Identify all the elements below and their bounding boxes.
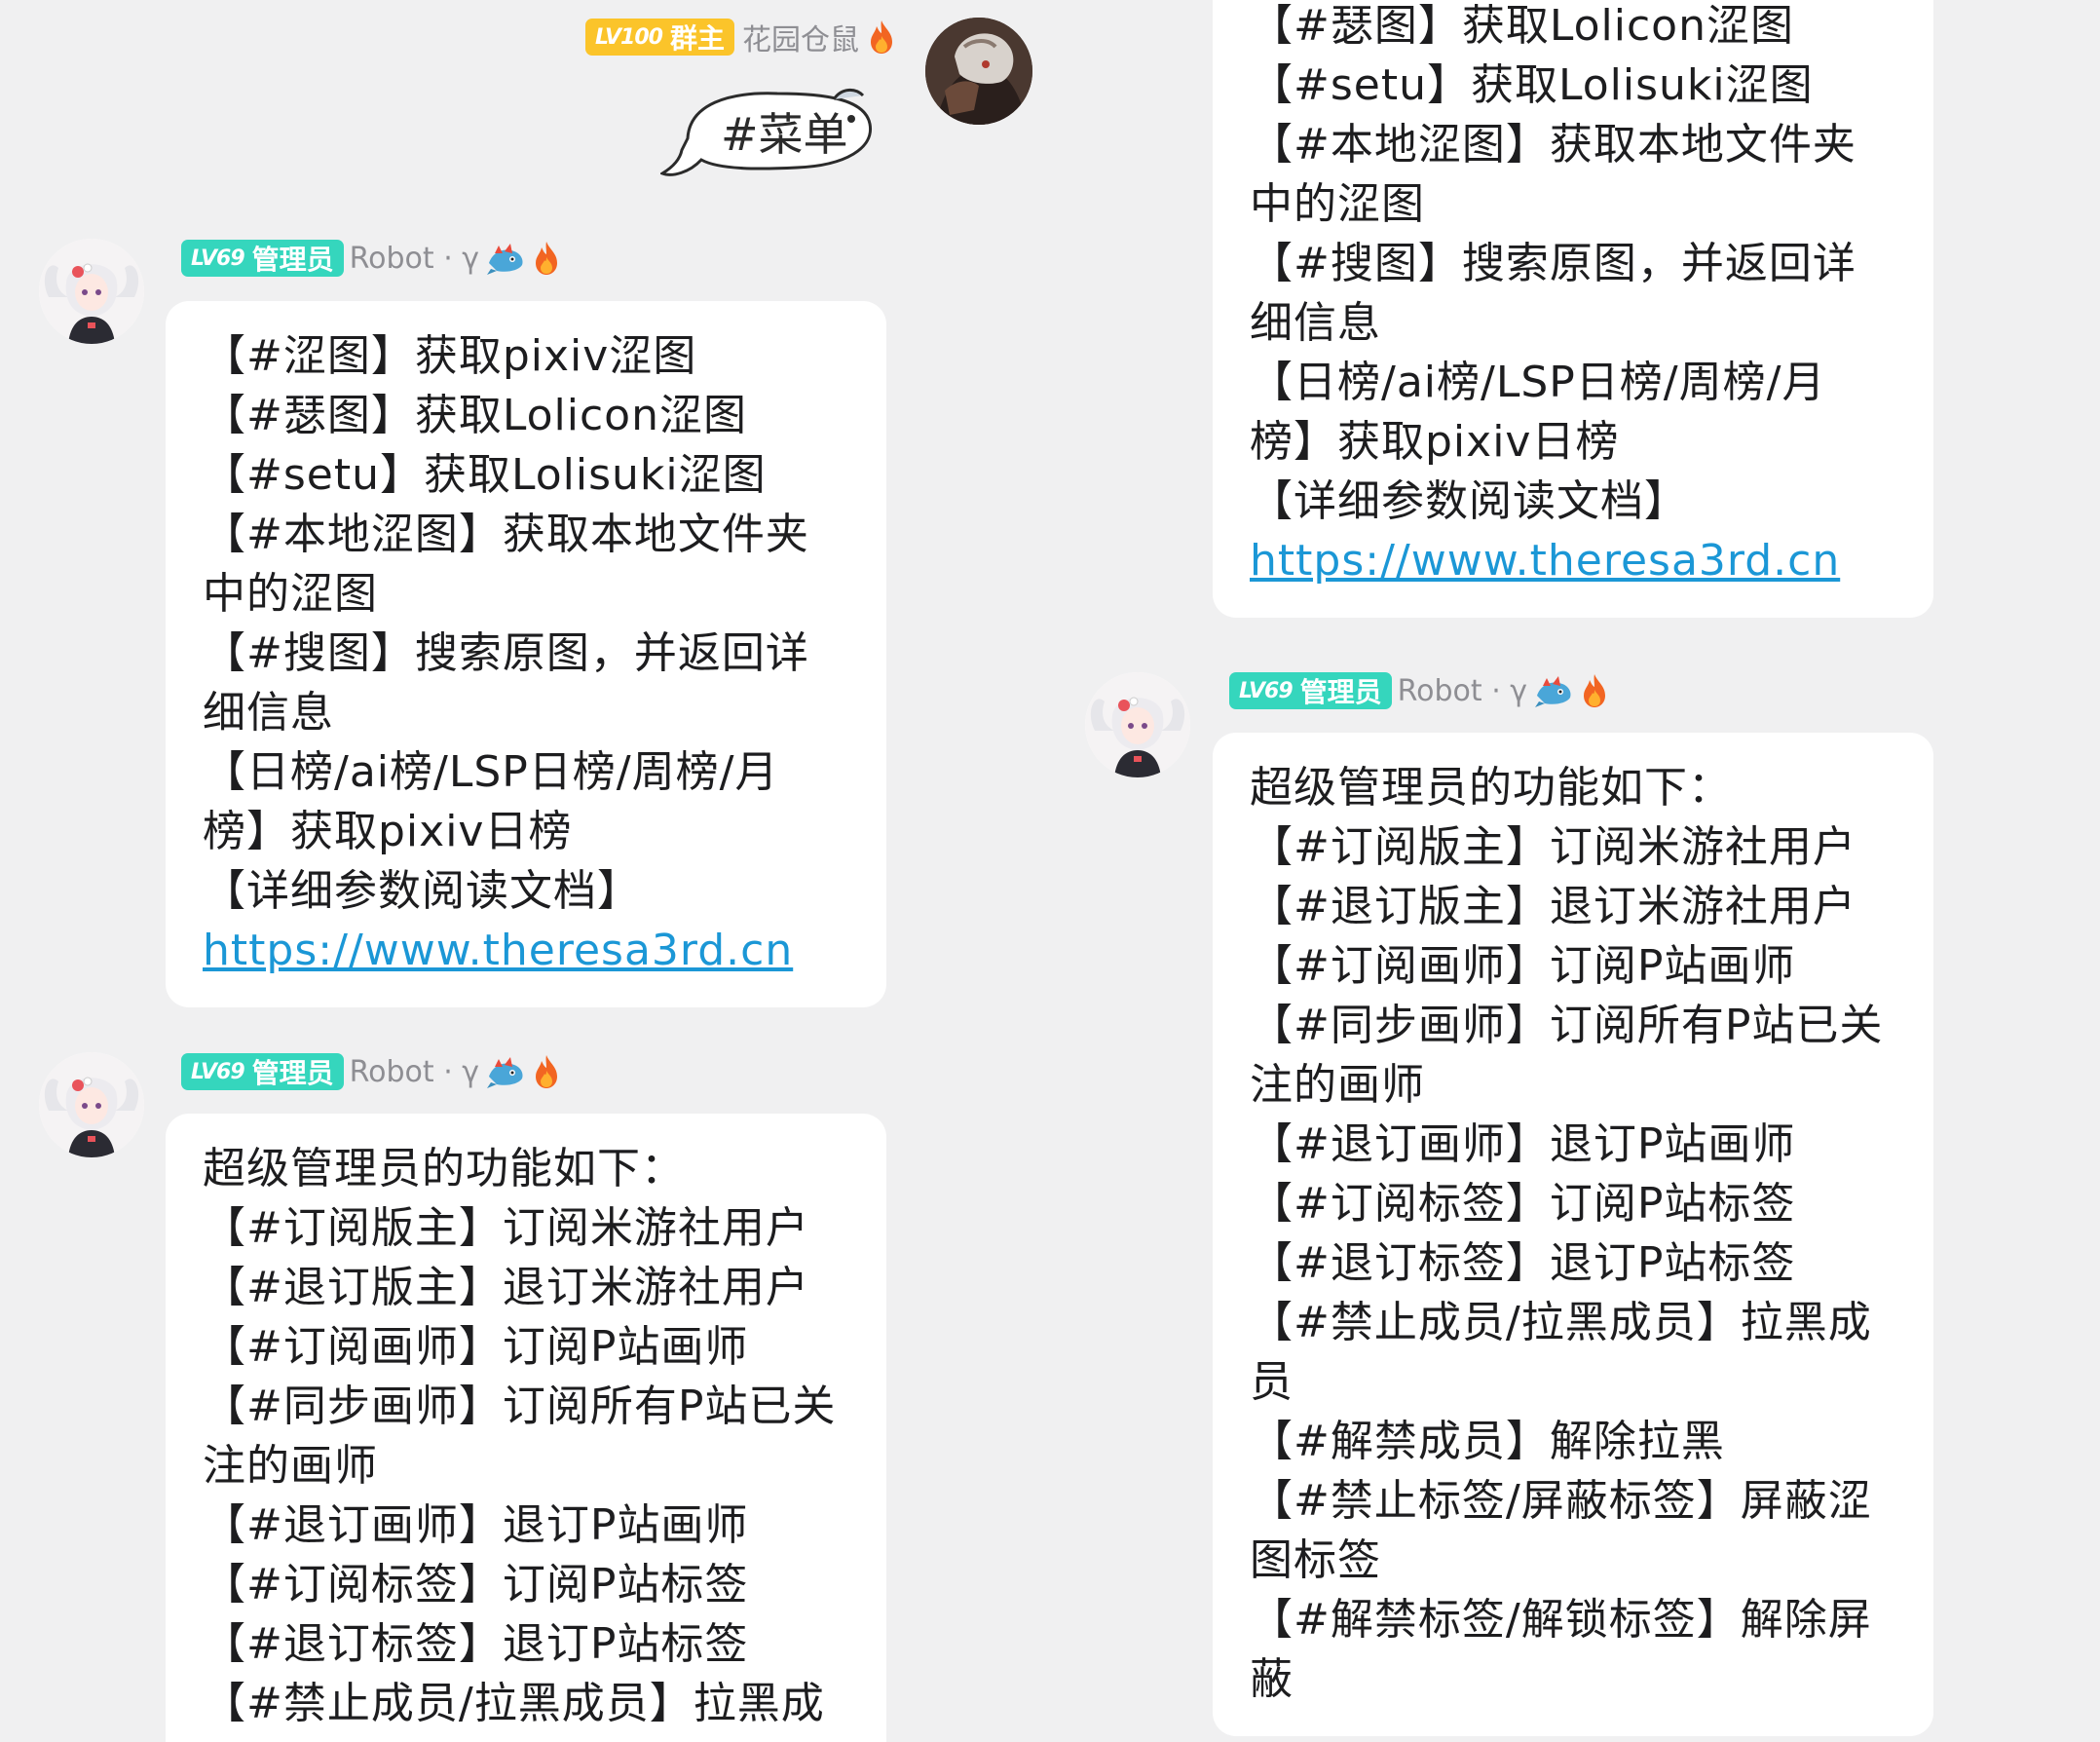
admin-message-bubble[interactable]: 超级管理员的功能如下： 【#订阅版主】订阅米游社用户 【#退订版主】退订米游社用… [166, 1114, 886, 1742]
message-line: 【#同步画师】订阅所有P站已关 [203, 1382, 837, 1431]
flame-icon [871, 20, 892, 54]
flame-icon [1584, 674, 1606, 707]
bot-name[interactable]: Robot · γ [1398, 674, 1527, 708]
message-line: 中的涩图 [1250, 179, 1425, 229]
bot-avatar[interactable] [39, 1052, 144, 1157]
robot-dragon-icon [487, 1057, 523, 1088]
message-line: 【#瑟图】获取Lolicon涩图 [203, 391, 747, 440]
admin-message-bubble-full[interactable]: 超级管理员的功能如下： 【#订阅版主】订阅米游社用户 【#退订版主】退订米游社用… [1213, 733, 1933, 1736]
message-line: 【#解禁标签/解锁标签】解除屏 [1250, 1595, 1872, 1645]
message-line: 【日榜/ai榜/LSP日榜/周榜/月 [203, 747, 779, 797]
message-line: 员 [1250, 1357, 1294, 1407]
admin-level-badge: LV69 管理员 [181, 240, 344, 277]
message-line: 【详细参数阅读文档】 [1250, 476, 1688, 526]
badge-level-text: LV69 [191, 1059, 245, 1084]
avatar-image [39, 1052, 144, 1157]
avatar-image [1085, 672, 1190, 777]
chat-column-right: 【#瑟图】获取Lolicon涩图 【#setu】获取Lolisuki涩图 【#本… [1050, 0, 2100, 1742]
owner-avatar[interactable] [925, 18, 1032, 125]
message-line: 超级管理员的功能如下： [203, 1144, 685, 1193]
bot-avatar[interactable] [1085, 672, 1190, 777]
message-line: 榜】获取pixiv日榜 [203, 807, 573, 856]
message-line: 【#同步画师】订阅所有P站已关 [1250, 1001, 1884, 1050]
message-line: 【#退订版主】退订米游社用户 [203, 1263, 809, 1312]
docs-link[interactable]: https://www.theresa3rd.cn [1250, 531, 1896, 590]
message-line: 细信息 [203, 688, 334, 738]
message-line: 【#setu】获取Lolisuki涩图 [1250, 60, 1814, 110]
docs-link[interactable]: https://www.theresa3rd.cn [203, 921, 849, 980]
chat-column-left: LV100 群主 花园仓鼠 #菜单 LV69 管理员 Robot · γ 【#涩… [0, 0, 1050, 1742]
message-line: 【#瑟图】获取Lolicon涩图 [1250, 1, 1794, 51]
badge-role-text: 管理员 [251, 244, 334, 276]
sticker-text: #菜单 [721, 108, 848, 161]
message-line: 【详细参数阅读文档】 [203, 866, 641, 916]
owner-level-badge: LV100 群主 [585, 19, 734, 56]
bot-message-header: LV69 管理员 Robot · γ [181, 1053, 561, 1090]
message-line: 中的涩图 [203, 569, 378, 619]
message-line: 【#setu】获取Lolisuki涩图 [203, 450, 767, 500]
message-line: 【#订阅画师】订阅P站画师 [1250, 941, 1796, 991]
badge-role-text: 群主 [669, 22, 725, 55]
bot-message-header: LV69 管理员 Robot · γ [181, 240, 561, 277]
message-line: 【#搜图】搜索原图，并返回详 [203, 628, 809, 678]
badge-level-text: LV100 [595, 24, 663, 50]
message-line: 【#禁止成员/拉黑成员】拉黑成 [203, 1679, 825, 1728]
message-line: 【#退订画师】退订P站画师 [1250, 1119, 1796, 1169]
message-line: 【#退订版主】退订米游社用户 [1250, 882, 1856, 931]
message-line: 【日榜/ai榜/LSP日榜/周榜/月 [1250, 358, 1826, 407]
message-line: 超级管理员的功能如下： [1250, 763, 1732, 813]
bot-name[interactable]: Robot · γ [350, 242, 479, 276]
message-line: 【#本地涩图】获取本地文件夹 [203, 510, 809, 559]
message-line: 注的画师 [1250, 1060, 1425, 1110]
menu-message-bubble-continued[interactable]: 【#瑟图】获取Lolicon涩图 【#setu】获取Lolisuki涩图 【#本… [1213, 0, 1933, 618]
badge-role-text: 管理员 [251, 1057, 334, 1089]
message-line: 榜】获取pixiv日榜 [1250, 417, 1620, 467]
message-line: 【#订阅版主】订阅米游社用户 [203, 1203, 809, 1253]
admin-level-badge: LV69 管理员 [181, 1053, 344, 1090]
message-line: 【#订阅版主】订阅米游社用户 [1250, 822, 1856, 872]
message-line: 【#解禁成员】解除拉黑 [1250, 1417, 1725, 1466]
message-line: 蔽 [1250, 1654, 1294, 1704]
message-line: 【#退订标签】退订P站标签 [203, 1619, 749, 1669]
badge-role-text: 管理员 [1299, 676, 1382, 708]
message-line: 【#退订标签】退订P站标签 [1250, 1238, 1796, 1288]
message-line: 图标签 [1250, 1535, 1381, 1585]
message-line: 【#搜图】搜索原图，并返回详 [1250, 239, 1856, 288]
flame-icon [536, 242, 558, 275]
owner-message-header: LV100 群主 花园仓鼠 [585, 16, 896, 58]
message-line: 注的画师 [203, 1441, 378, 1491]
owner-name[interactable]: 花园仓鼠 [742, 16, 859, 58]
bot-avatar[interactable] [39, 239, 144, 344]
message-line: 【#订阅标签】订阅P站标签 [1250, 1179, 1796, 1229]
bot-name[interactable]: Robot · γ [350, 1055, 479, 1089]
menu-command-sticker[interactable]: #菜单 [658, 80, 889, 187]
badge-level-text: LV69 [191, 246, 245, 271]
badge-level-text: LV69 [1239, 678, 1294, 703]
avatar-image [39, 239, 144, 344]
message-line: 【#禁止成员/拉黑成员】拉黑成 [1250, 1298, 1872, 1347]
avatar-image [925, 18, 1032, 125]
bot-message-header: LV69 管理员 Robot · γ [1229, 672, 1609, 709]
message-line: 【#订阅画师】订阅P站画师 [203, 1322, 749, 1372]
menu-message-bubble[interactable]: 【#涩图】获取pixiv涩图 【#瑟图】获取Lolicon涩图 【#setu】获… [166, 301, 886, 1007]
flame-icon [536, 1055, 558, 1088]
message-line: 【#禁止标签/屏蔽标签】屏蔽涩 [1250, 1476, 1872, 1526]
admin-level-badge: LV69 管理员 [1229, 672, 1392, 709]
message-line: 【#订阅标签】订阅P站标签 [203, 1560, 749, 1609]
robot-dragon-icon [1535, 676, 1571, 707]
message-line: 细信息 [1250, 298, 1381, 348]
message-line: 【#涩图】获取pixiv涩图 [203, 331, 697, 381]
message-line: 【#本地涩图】获取本地文件夹 [1250, 120, 1856, 170]
message-line: 【#退订画师】退订P站画师 [203, 1500, 749, 1550]
robot-dragon-icon [487, 244, 523, 275]
